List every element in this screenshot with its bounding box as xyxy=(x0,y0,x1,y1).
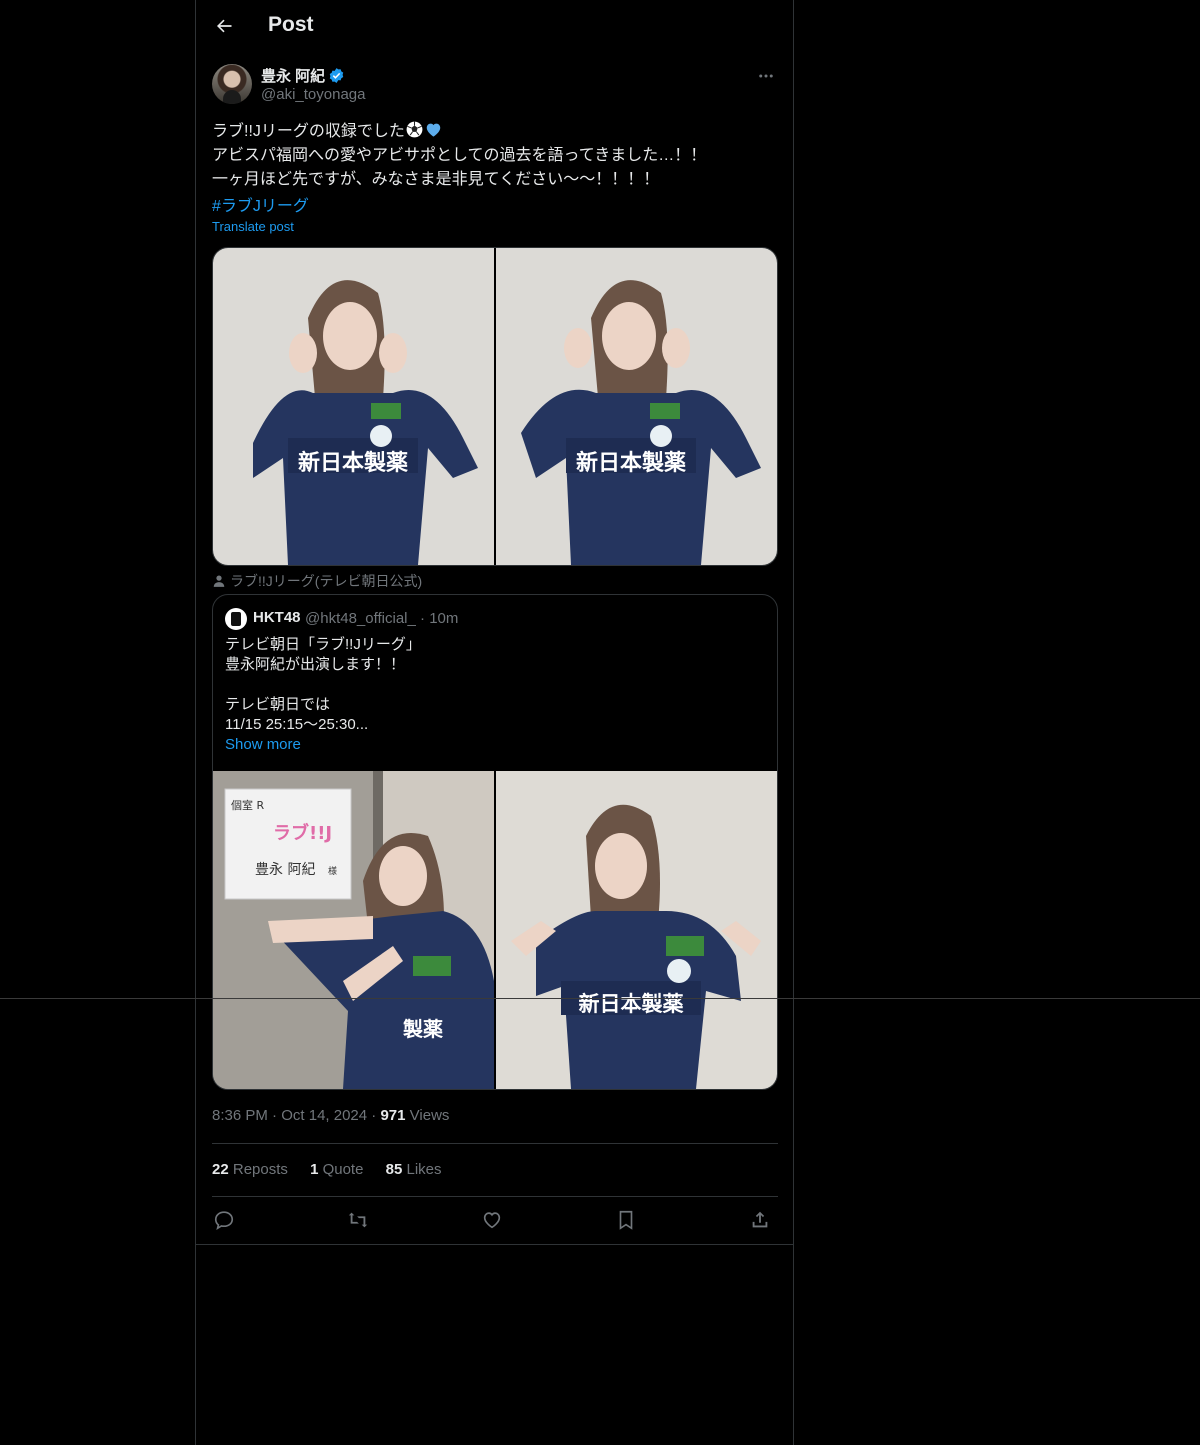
quoted-photo-2[interactable]: 新日本製薬 xyxy=(496,771,777,1089)
divider xyxy=(212,1143,778,1144)
person-icon xyxy=(213,575,225,587)
svg-text:新日本製薬: 新日本製薬 xyxy=(576,450,686,476)
quoted-text: テレビ朝日「ラブ!!Jリーグ」 豊永阿紀が出演します！！ テレビ朝日では 11/… xyxy=(225,636,421,733)
tagged-label[interactable]: ラブ!!Jリーグ(テレビ朝日公式) xyxy=(230,573,422,589)
more-options-icon[interactable] xyxy=(754,66,778,86)
tweet-line-2: アビスパ福岡への愛やアビサポとしての過去を語ってきました…！！ xyxy=(212,147,707,164)
quoted-photo-1[interactable]: 個室 R ラブ!!J 豊永 阿紀 様 製薬 xyxy=(213,771,494,1089)
repost-icon[interactable] xyxy=(346,1208,370,1232)
engagement-stats: 22 Reposts 1 Quote 85 Likes xyxy=(212,1161,460,1178)
top-bar: Post xyxy=(196,0,794,53)
svg-text:新日本製薬: 新日本製薬 xyxy=(579,992,684,1016)
author-handle[interactable]: @aki_toyonaga xyxy=(261,86,365,103)
translate-post-link[interactable]: Translate post xyxy=(212,219,294,234)
tweet-body: ラブ!!Jリーグの収録でした アビスパ福岡への愛やアビサポとしての過去を語ってき… xyxy=(212,120,778,192)
share-icon[interactable] xyxy=(748,1208,772,1232)
likes-stat[interactable]: 85 Likes xyxy=(386,1161,442,1178)
action-bar xyxy=(212,1206,778,1236)
tagged-users[interactable]: ラブ!!Jリーグ(テレビ朝日公式) xyxy=(212,571,422,591)
divider xyxy=(196,1244,794,1245)
views-label: Views xyxy=(409,1107,450,1124)
quoted-time: · 10m xyxy=(420,610,459,627)
quoted-name[interactable]: HKT48 xyxy=(253,609,301,626)
author-name-row[interactable]: 豊永 阿紀 xyxy=(261,65,345,86)
reposts-count: 22 xyxy=(212,1161,229,1178)
tweet-line-1: ラブ!!Jリーグの収録でした xyxy=(212,123,405,140)
quoted-post[interactable]: HKT48 @hkt48_official_ · 10m テレビ朝日「ラブ!!J… xyxy=(212,594,778,1090)
sign-room: 個室 R xyxy=(231,798,264,812)
quotes-label: Quote xyxy=(322,1161,364,1178)
hashtag-link[interactable]: #ラブJリーグ xyxy=(212,192,309,216)
tweet-line-3: 一ヶ月ほど先ですが、みなさま是非見てください〜〜！！！！ xyxy=(212,171,660,188)
author-name[interactable]: 豊永 阿紀 xyxy=(261,68,325,85)
blue-heart-icon xyxy=(426,123,441,137)
verified-badge-icon xyxy=(329,68,344,83)
divider xyxy=(212,1196,778,1197)
post-meta: 8:36 PM · Oct 14, 2024 · 971 Views xyxy=(212,1107,450,1124)
quoted-handle[interactable]: @hkt48_official_ xyxy=(305,610,416,627)
reply-icon[interactable] xyxy=(212,1208,236,1232)
soccer-ball-icon xyxy=(406,121,423,138)
reposts-stat[interactable]: 22 Reposts xyxy=(212,1161,288,1178)
reposts-label: Reposts xyxy=(232,1161,288,1178)
likes-label: Likes xyxy=(406,1161,442,1178)
quotes-stat[interactable]: 1 Quote xyxy=(310,1161,363,1178)
page-title: Post xyxy=(268,13,314,36)
post-column: Post 豊永 阿紀 @aki_toyonaga ラブ!!Jリーグの収録でした … xyxy=(195,0,794,1445)
photo-2[interactable]: 新日本製薬 xyxy=(496,248,777,565)
svg-text:新日本製薬: 新日本製薬 xyxy=(298,450,408,476)
overlay-line xyxy=(0,998,1200,999)
post-time[interactable]: 8:36 PM xyxy=(212,1107,268,1124)
post-author: 豊永 阿紀 @aki_toyonaga xyxy=(212,64,778,108)
avatar[interactable] xyxy=(212,64,252,104)
bookmark-icon[interactable] xyxy=(614,1208,638,1232)
views-count: 971 xyxy=(380,1107,406,1124)
post-date[interactable]: Oct 14, 2024 xyxy=(281,1107,367,1124)
show-more-link[interactable]: Show more xyxy=(225,736,301,753)
post-media-grid: 新日本製薬 新日本製薬 xyxy=(212,247,778,566)
sign-name: 豊永 阿紀 xyxy=(255,862,315,878)
quoted-avatar[interactable] xyxy=(225,608,247,630)
sign-suffix: 様 xyxy=(328,865,337,877)
quotes-count: 1 xyxy=(310,1161,319,1178)
likes-count: 85 xyxy=(385,1161,403,1178)
svg-text:製薬: 製薬 xyxy=(403,1017,443,1041)
photo-1[interactable]: 新日本製薬 xyxy=(213,248,494,565)
quoted-media-grid: 個室 R ラブ!!J 豊永 阿紀 様 製薬 新日本製薬 xyxy=(213,771,777,1089)
svg-text:ラブ!!J: ラブ!!J xyxy=(273,822,332,844)
like-icon[interactable] xyxy=(480,1208,504,1232)
quoted-handle-row: @hkt48_official_ · 10m xyxy=(305,610,458,627)
arrow-left-icon[interactable] xyxy=(212,14,236,38)
